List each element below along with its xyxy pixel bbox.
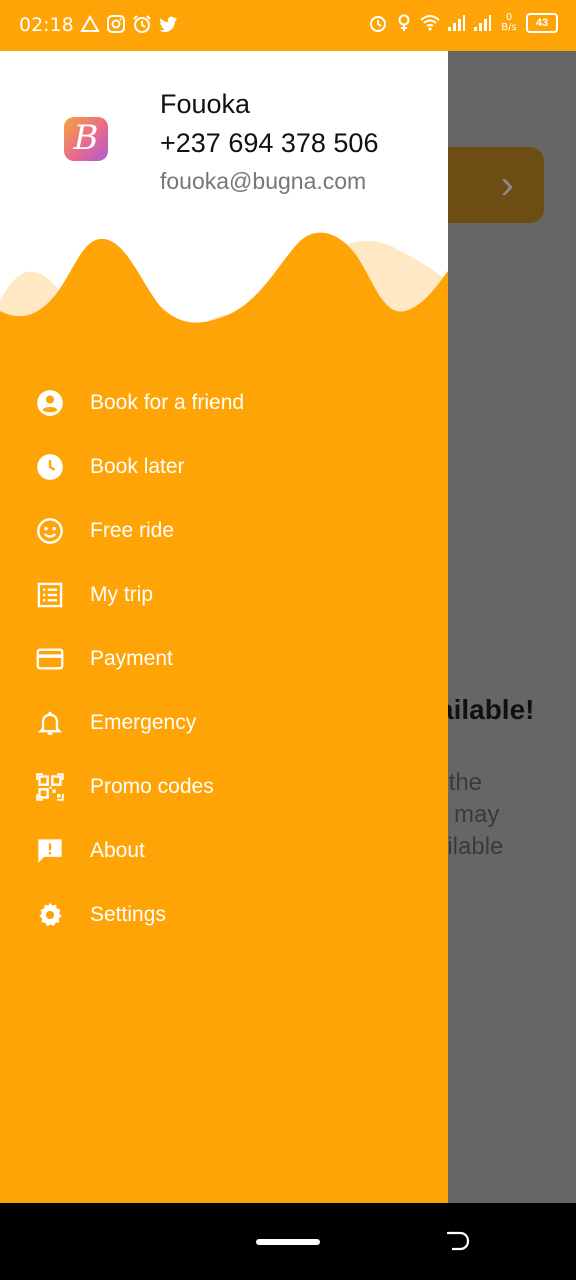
clock-icon [36,453,64,481]
home-gesture-pill[interactable] [256,1239,320,1245]
menu-item-label: My trip [90,583,153,606]
network-speed: 0 B/s [498,13,520,33]
bell-icon [36,709,64,737]
account-circle-icon [36,389,64,417]
signal-icon [472,12,492,34]
wifi-icon [420,12,440,34]
chevron-right-icon: › [500,163,514,207]
alert-triangle-icon [80,13,100,35]
menu-item-about[interactable]: About [0,819,448,883]
user-email: fouoka@bugna.com [160,168,367,194]
menu-item-label: Promo codes [90,775,214,798]
menu-item-label: Emergency [90,711,197,734]
smiley-icon [36,517,64,545]
system-navigation-bar [0,1203,576,1280]
menu-item-label: Book for a friend [90,391,245,414]
signal-icon [446,12,466,34]
menu-item-label: Book later [90,455,185,478]
location-icon [394,12,414,34]
menu-item-promo-codes[interactable]: Promo codes [0,755,448,819]
notification-icons [80,13,178,35]
menu-item-book-later[interactable]: Book later [0,435,448,499]
app-logo: B [64,117,108,161]
menu-item-label: About [90,839,145,862]
alarm-icon [368,12,388,34]
gear-icon [36,901,64,929]
qr-code-icon [36,773,64,801]
twitter-icon [158,13,178,35]
header-wave-decoration [0,232,448,371]
background-screen: › ailable! r the u may ailable [448,51,576,1203]
menu-item-label: Free ride [90,519,175,542]
menu-item-emergency[interactable]: Emergency [0,691,448,755]
user-name: Fouoka [160,89,251,119]
system-status-icons: 0 B/s 43 [368,12,558,34]
status-time: 02:18 [19,14,74,36]
credit-card-icon [36,645,64,673]
menu-item-payment[interactable]: Payment [0,627,448,691]
background-next-button: › [448,147,544,223]
menu-item-label: Payment [90,647,173,670]
network-speed-unit: B/s [501,22,517,33]
status-bar: 02:18 0 B/s 43 [0,0,576,51]
menu-item-free-ride[interactable]: Free ride [0,499,448,563]
feedback-icon [36,837,64,865]
menu-item-settings[interactable]: Settings [0,883,448,947]
menu-item-my-trip[interactable]: My trip [0,563,448,627]
list-icon [36,581,64,609]
menu-item-label: Settings [90,903,166,926]
background-title: ailable! [448,694,535,725]
background-text: r the u may ailable [448,769,504,860]
instagram-icon [106,13,126,35]
navigation-drawer: B Fouoka +237 694 378 506 fouoka@bugna.c… [0,51,448,1203]
menu-item-book-for-a-friend[interactable]: Book for a friend [0,371,448,435]
battery-indicator: 43 [526,13,558,33]
back-icon[interactable] [444,1229,472,1253]
alarm-icon [132,13,152,35]
user-phone: +237 694 378 506 [160,128,379,158]
app-logo-letter: B [73,118,99,158]
